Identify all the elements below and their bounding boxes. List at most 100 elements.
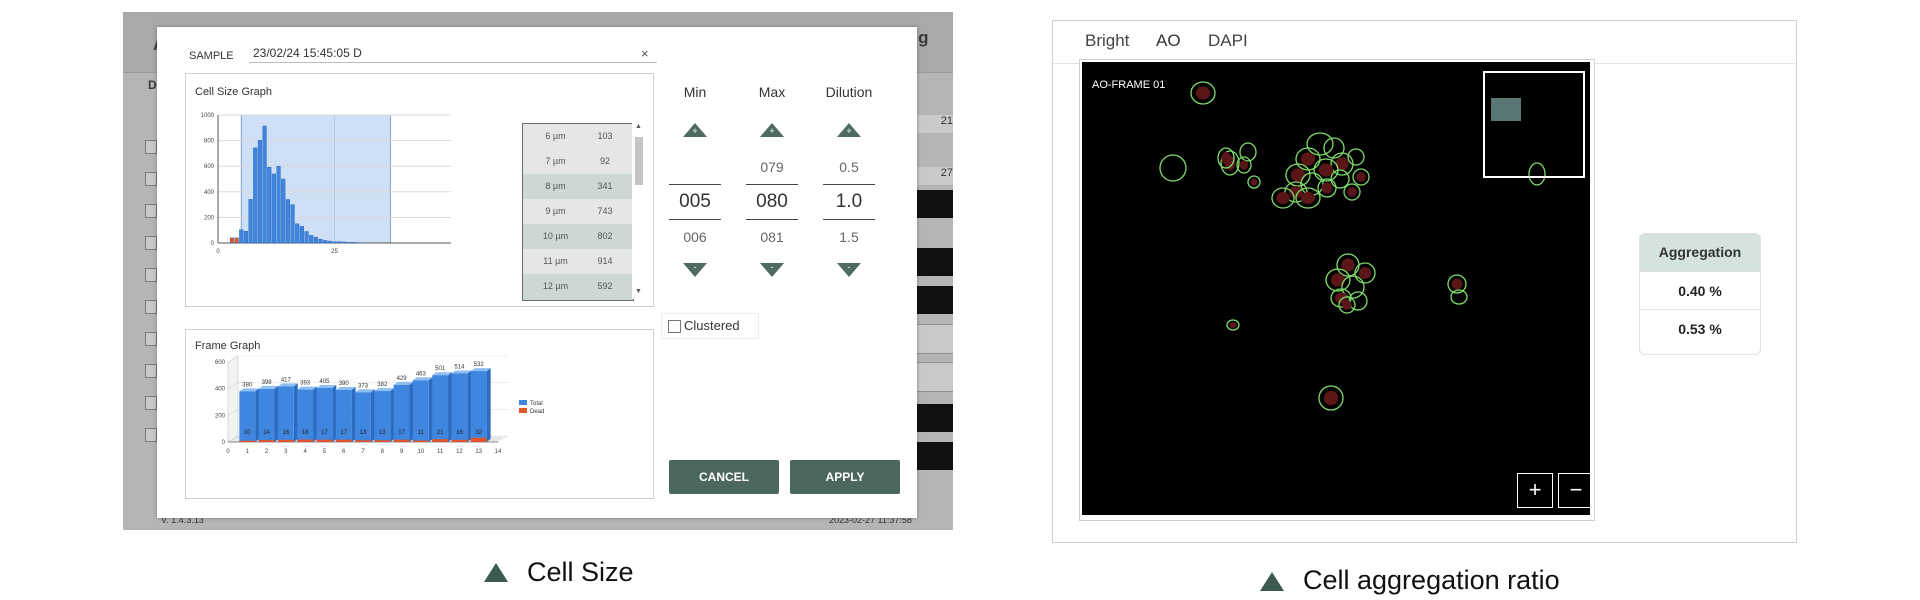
count-cell: 802: [597, 231, 613, 241]
x-tick-label: 13: [475, 449, 482, 455]
max-divider: [746, 184, 798, 185]
bar-side: [448, 372, 453, 442]
tab-ao[interactable]: AO: [1156, 31, 1181, 51]
zoom-in-button[interactable]: +: [1517, 473, 1553, 508]
sample-input[interactable]: 23/02/24 15:45:05 D ×: [249, 45, 657, 63]
background-button[interactable]: [916, 442, 953, 470]
cell-nucleus: [1250, 178, 1258, 186]
list-checkbox[interactable]: [145, 428, 157, 442]
bar-side: [390, 388, 395, 442]
cell-nucleus: [1342, 300, 1352, 310]
dead-bar: [374, 440, 391, 442]
bar-side: [428, 377, 433, 442]
background-button[interactable]: [916, 248, 953, 276]
background-button[interactable]: [916, 286, 953, 314]
table-scrollbar[interactable]: ▲ ▼: [632, 123, 646, 299]
x-tick-label: 1: [246, 449, 250, 455]
clear-icon[interactable]: ×: [641, 46, 649, 61]
table-row[interactable]: 6 µm 103: [523, 124, 633, 149]
cell-nucleus: [1347, 187, 1357, 197]
max-value[interactable]: 080: [732, 191, 812, 213]
section-heading-fragment: D: [148, 78, 157, 92]
dead-bar: [355, 440, 371, 442]
frame-chart: 02004006000 1 2 3 4 5 6 7 8 9 10 11 12 13 143801039814…: [215, 355, 544, 455]
fluorescence-image[interactable]: AO-FRAME 01 + −: [1082, 62, 1590, 515]
list-checkbox[interactable]: [145, 268, 157, 282]
bar-side: [332, 385, 337, 442]
histogram-bar: [257, 140, 263, 244]
background-button[interactable]: [916, 324, 953, 354]
max-label: Max: [758, 84, 786, 100]
list-checkbox[interactable]: [145, 396, 157, 410]
cancel-button[interactable]: CANCEL: [669, 460, 779, 494]
caption-triangle-icon: [1260, 572, 1284, 591]
minus-icon: -: [770, 262, 774, 272]
table-row[interactable]: 12 µm 592: [523, 274, 633, 299]
minimap[interactable]: [1483, 71, 1585, 178]
total-data-label: 514: [454, 364, 465, 370]
dead-data-label: 32: [475, 430, 482, 436]
cell-nucleus: [1239, 160, 1249, 170]
list-checkbox[interactable]: [145, 204, 157, 218]
zoom-out-button[interactable]: −: [1558, 473, 1590, 508]
total-data-label: 393: [300, 381, 311, 387]
minimap-viewport[interactable]: [1491, 98, 1521, 121]
background-button[interactable]: [916, 362, 953, 392]
table-row[interactable]: 7 µm 92: [523, 149, 633, 174]
y-tick-label: 600: [204, 164, 215, 170]
table-row[interactable]: 10 µm 802: [523, 224, 633, 249]
table-row[interactable]: 11 µm 914: [523, 249, 633, 274]
list-checkbox[interactable]: [145, 140, 157, 154]
table-row[interactable]: 8 µm 341: [523, 174, 633, 199]
histogram-bar: [239, 229, 244, 244]
list-checkbox[interactable]: [145, 332, 157, 346]
dead-data-label: 13: [360, 430, 367, 436]
bar-side: [409, 381, 414, 442]
background-button[interactable]: [916, 404, 953, 432]
frame-graph-panel: Frame Graph 0 200 400 600 0 1 2 3 4 5 6 7 8 9 10 11 12 13…: [185, 329, 654, 499]
background-button[interactable]: [916, 190, 953, 218]
dead-bar: [335, 439, 352, 442]
tab-dapi[interactable]: DAPI: [1208, 31, 1248, 51]
dead-data-label: 13: [379, 430, 386, 436]
background-field-value: 21: [916, 115, 953, 133]
cell-nucleus: [1229, 322, 1237, 328]
histogram-bar: [299, 226, 304, 244]
histogram-bar: [309, 235, 314, 244]
x-tick-label: 12: [456, 449, 463, 455]
table-row[interactable]: 9 µm 743: [523, 199, 633, 224]
cell-nucleus: [1451, 278, 1463, 290]
dead-data-label: 17: [321, 430, 328, 436]
y-tick-label: 0: [211, 241, 215, 247]
scrollbar-thumb[interactable]: [635, 137, 643, 185]
count-cell: 103: [597, 131, 613, 141]
apply-button[interactable]: APPLY: [790, 460, 900, 494]
histogram-bar: [243, 231, 249, 244]
scroll-up-icon[interactable]: ▲: [635, 123, 642, 130]
dead-bar: [239, 440, 256, 442]
minus-icon: -: [693, 262, 697, 272]
list-checkbox[interactable]: [145, 300, 157, 314]
min-value[interactable]: 005: [655, 191, 735, 213]
x-tick-label: 4: [303, 449, 307, 455]
checkbox-icon[interactable]: [668, 320, 681, 333]
list-checkbox[interactable]: [145, 364, 157, 378]
clustered-label: Clustered: [684, 318, 740, 333]
cell-outline: [1348, 291, 1368, 311]
list-checkbox[interactable]: [145, 236, 157, 250]
list-checkbox[interactable]: [145, 172, 157, 186]
histogram-bar: [346, 242, 351, 244]
dilution-previous-value: 0.5: [839, 159, 859, 175]
cell-nucleus: [1221, 152, 1231, 164]
legend-label: Total: [530, 401, 543, 407]
scroll-down-icon[interactable]: ▼: [635, 288, 642, 295]
cell-nucleus: [1195, 86, 1211, 100]
dilution-value[interactable]: 1.0: [809, 191, 889, 213]
max-divider: [746, 219, 798, 220]
tab-bright[interactable]: Bright: [1085, 31, 1129, 51]
dead-bar: [297, 439, 314, 442]
plus-icon: +: [846, 126, 852, 136]
histogram-bar: [248, 199, 253, 244]
cell-outline: [1306, 132, 1334, 156]
clustered-checkbox[interactable]: Clustered: [661, 313, 759, 339]
